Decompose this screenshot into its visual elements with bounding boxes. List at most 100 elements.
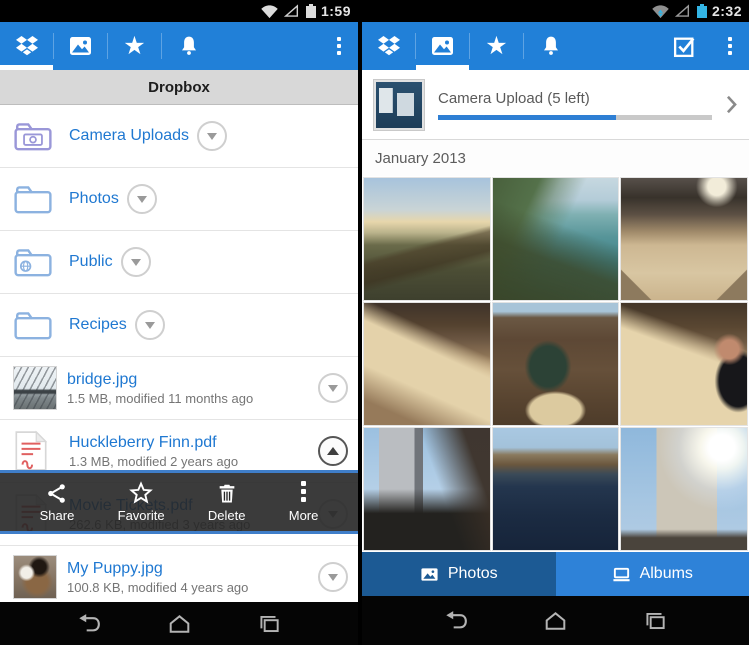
- home-button[interactable]: [162, 611, 196, 637]
- tab-notifications[interactable]: [162, 22, 215, 70]
- file-thumbnail: [13, 555, 57, 599]
- file-name: Photos: [59, 190, 119, 208]
- photo-thumbnail[interactable]: [364, 303, 490, 425]
- home-icon: [166, 613, 193, 635]
- overflow-menu-button[interactable]: [711, 22, 749, 70]
- navigation-bar: [362, 596, 749, 645]
- multiselect-check-icon: [672, 34, 697, 59]
- toolbar: ★: [0, 22, 358, 70]
- photos-tab-icon: [420, 565, 439, 584]
- tab-starred[interactable]: ★: [470, 22, 523, 70]
- tab-photos-view[interactable]: Photos: [362, 552, 556, 596]
- more-button[interactable]: More: [289, 481, 319, 523]
- row-expand-button[interactable]: [135, 310, 165, 340]
- bell-icon: [539, 34, 563, 58]
- wifi-activity-icon: [651, 4, 670, 19]
- left-screen: 1:59 ★: [0, 0, 358, 645]
- file-meta: 100.8 KB, modified 4 years ago: [67, 580, 310, 595]
- upload-progress-bar: [438, 115, 712, 120]
- signal-triangle-icon: [284, 4, 299, 18]
- file-row-camera-uploads[interactable]: Camera Uploads: [0, 105, 358, 168]
- home-button[interactable]: [538, 608, 572, 634]
- tab-photos[interactable]: [54, 22, 107, 70]
- toolbar: ★: [362, 22, 749, 70]
- file-row-recipes[interactable]: Recipes: [0, 294, 358, 357]
- overflow-menu-button[interactable]: [320, 22, 358, 70]
- clock: 1:59: [321, 3, 351, 19]
- tab-photos[interactable]: [416, 22, 469, 70]
- tab-dropbox[interactable]: [0, 22, 53, 70]
- contextual-action-bar: Share Favorite Delete More: [0, 470, 358, 534]
- navigation-bar: [0, 602, 358, 645]
- photo-grid: [362, 176, 749, 552]
- chevron-down-icon: [131, 259, 141, 266]
- chevron-right-icon: [726, 95, 737, 114]
- chevron-down-icon: [137, 196, 147, 203]
- favorite-button[interactable]: Favorite: [118, 481, 165, 523]
- photo-thumbnail[interactable]: [364, 428, 490, 550]
- battery-icon: [697, 4, 707, 18]
- photo-thumbnail[interactable]: [493, 178, 619, 300]
- dropbox-logo: [376, 34, 402, 58]
- delete-button[interactable]: Delete: [208, 481, 246, 523]
- file-name: Camera Uploads: [59, 127, 189, 145]
- row-collapse-button[interactable]: [318, 436, 348, 466]
- page-header: Dropbox: [0, 70, 358, 105]
- row-expand-button[interactable]: [318, 562, 348, 592]
- bottom-tab-bar: Photos Albums: [362, 552, 749, 596]
- row-expand-button[interactable]: [318, 373, 348, 403]
- share-icon: [45, 481, 68, 505]
- file-row-public[interactable]: Public: [0, 231, 358, 294]
- month-section-header: January 2013: [362, 140, 749, 176]
- row-expand-button[interactable]: [121, 247, 151, 277]
- file-name: Recipes: [59, 316, 127, 334]
- star-outline-icon: [129, 481, 153, 505]
- photo-thumbnail[interactable]: [621, 303, 747, 425]
- chevron-down-icon: [328, 385, 338, 392]
- file-row-bridge[interactable]: bridge.jpg 1.5 MB, modified 11 months ag…: [0, 357, 358, 420]
- camera-upload-status-row[interactable]: Camera Upload (5 left): [362, 70, 749, 140]
- photo-thumbnail[interactable]: [493, 303, 619, 425]
- share-button[interactable]: Share: [40, 481, 75, 523]
- file-name: Public: [59, 253, 113, 271]
- back-button[interactable]: [439, 608, 473, 634]
- recents-icon: [642, 610, 668, 632]
- photo-thumbnail[interactable]: [621, 428, 747, 550]
- row-expand-button[interactable]: [127, 184, 157, 214]
- albums-tab-icon: [612, 565, 631, 584]
- recents-button[interactable]: [638, 608, 672, 634]
- home-icon: [542, 610, 569, 632]
- file-row-photos[interactable]: Photos: [0, 168, 358, 231]
- file-name: Huckleberry Finn.pdf: [69, 434, 310, 452]
- back-icon: [442, 610, 470, 632]
- battery-icon: [306, 4, 316, 18]
- tab-albums-view[interactable]: Albums: [556, 552, 749, 596]
- photo-thumbnail[interactable]: [621, 178, 747, 300]
- file-meta: 1.3 MB, modified 2 years ago: [69, 454, 310, 469]
- tab-starred[interactable]: ★: [108, 22, 161, 70]
- photo-thumbnail[interactable]: [493, 428, 619, 550]
- chevron-down-icon: [207, 133, 217, 140]
- photos-icon: [430, 35, 455, 57]
- back-icon: [75, 613, 103, 635]
- pdf-file-icon: [13, 430, 59, 472]
- public-folder-icon: [13, 246, 59, 278]
- status-bar: 1:59: [0, 0, 358, 22]
- tab-dropbox[interactable]: [362, 22, 415, 70]
- photo-thumbnail[interactable]: [364, 178, 490, 300]
- multiselect-button[interactable]: [658, 22, 711, 70]
- tab-notifications[interactable]: [524, 22, 577, 70]
- camera-upload-title: Camera Upload (5 left): [438, 90, 712, 107]
- file-name: bridge.jpg: [67, 371, 310, 389]
- recents-icon: [256, 613, 282, 635]
- file-row-my-puppy[interactable]: My Puppy.jpg 100.8 KB, modified 4 years …: [0, 546, 358, 602]
- folder-icon: [13, 183, 59, 215]
- recents-button[interactable]: [252, 611, 286, 637]
- folder-icon: [13, 309, 59, 341]
- more-dots-icon: [301, 481, 306, 505]
- back-button[interactable]: [72, 611, 106, 637]
- row-expand-button[interactable]: [197, 121, 227, 151]
- photos-icon: [68, 35, 93, 57]
- star-icon: ★: [485, 34, 507, 59]
- upload-thumbnail: [374, 80, 424, 130]
